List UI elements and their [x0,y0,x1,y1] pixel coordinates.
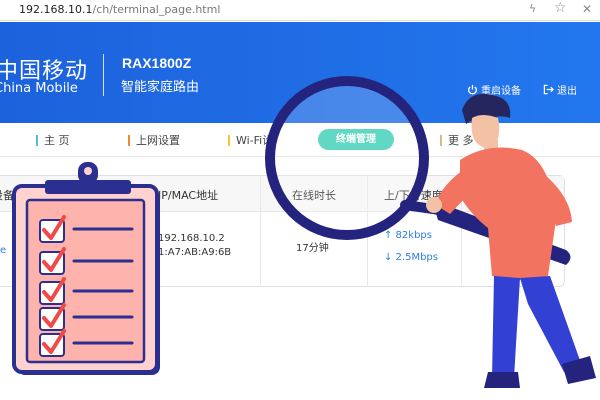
person-illustration [426,93,596,388]
illustration [12,76,596,388]
clipboard-illustration [12,162,160,375]
clipboard-clip-hole [84,167,92,175]
magnifier-lens [265,76,429,240]
